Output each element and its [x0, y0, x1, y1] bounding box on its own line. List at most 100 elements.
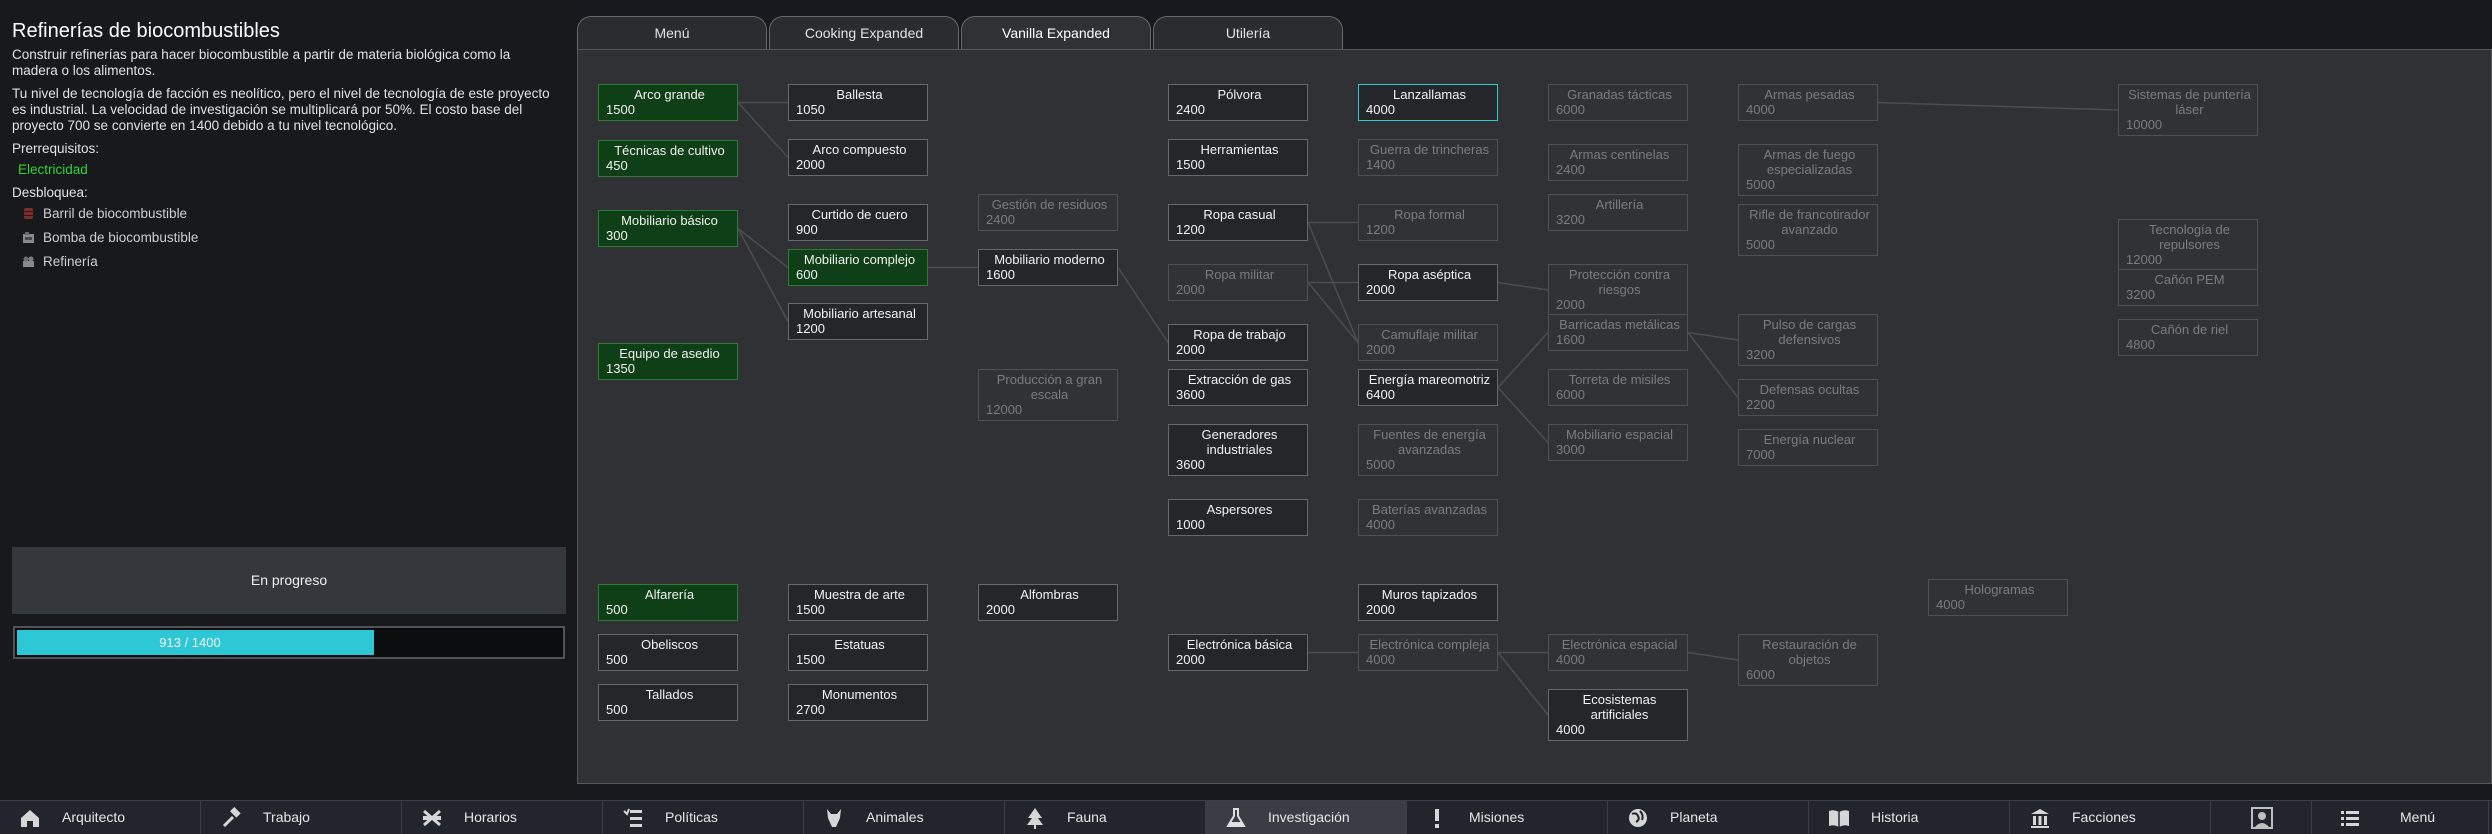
research-node-energia-mareomotriz[interactable]: Energía mareomotriz 6400 — [1358, 369, 1498, 406]
unlock-item[interactable]: Barril de biocombustible — [22, 205, 187, 223]
research-node-mobiliario-basico[interactable]: Mobiliario básico 300 — [598, 210, 738, 247]
barrel-icon — [22, 207, 35, 220]
research-node-cost: 1350 — [606, 361, 635, 376]
research-node-defensas-ocultas[interactable]: Defensas ocultas 2200 — [1738, 379, 1878, 416]
research-node-ropa-aseptica[interactable]: Ropa aséptica 2000 — [1358, 264, 1498, 301]
research-node-name: Tecnología de repulsores — [2149, 222, 2230, 252]
taskbar-button-investigación[interactable]: Investigación — [1206, 801, 1407, 834]
research-node-mobiliario-espacial[interactable]: Mobiliario espacial 3000 — [1548, 424, 1688, 461]
taskbar-button-portrait[interactable] — [2211, 801, 2312, 834]
research-link — [737, 228, 789, 322]
research-node-name: Cañón PEM — [2154, 272, 2225, 287]
research-node-arco-compuesto[interactable]: Arco compuesto 2000 — [788, 139, 928, 176]
unlock-item[interactable]: Refinería — [22, 253, 98, 271]
research-node-mobiliario-artesanal[interactable]: Mobiliario artesanal 1200 — [788, 303, 928, 340]
research-node-name: Generadores industriales — [1201, 427, 1278, 457]
research-node-ropa-trabajo[interactable]: Ropa de trabajo 2000 — [1168, 324, 1308, 361]
research-node-cost: 1600 — [1556, 332, 1585, 347]
unlock-item-label: Barril de biocombustible — [43, 206, 188, 221]
research-node-arco-grande[interactable]: Arco grande 1500 — [598, 84, 738, 121]
research-node-electronica-basica[interactable]: Electrónica básica 2000 — [1168, 634, 1308, 671]
taskbar-button-arquitecto[interactable]: Arquitecto — [0, 801, 201, 834]
tab-cooking-expanded[interactable]: Cooking Expanded — [769, 16, 959, 49]
research-node-armas-pesadas[interactable]: Armas pesadas 4000 — [1738, 84, 1878, 121]
research-node-granadas-tacticas[interactable]: Granadas tácticas 6000 — [1548, 84, 1688, 121]
progress-text: 913 / 1400 — [159, 635, 221, 650]
policy-icon — [621, 806, 645, 830]
research-node-tecnicas-cultivo[interactable]: Técnicas de cultivo 450 — [598, 140, 738, 177]
research-node-mobiliario-complejo[interactable]: Mobiliario complejo 600 — [788, 249, 928, 286]
taskbar-button-políticas[interactable]: Políticas — [603, 801, 804, 834]
taskbar-button-planeta[interactable]: Planeta — [1608, 801, 1809, 834]
research-node-sistemas-punteria[interactable]: Sistemas de puntería láser 10000 — [2118, 84, 2258, 136]
research-node-canon-pem[interactable]: Cañón PEM 3200 — [2118, 269, 2258, 306]
research-node-produccion-gran-escala[interactable]: Producción a gran escala 12000 — [978, 369, 1118, 421]
unlock-item[interactable]: Bomba de biocombustible — [22, 229, 198, 247]
research-node-gestion-residuos[interactable]: Gestión de residuos 2400 — [978, 194, 1118, 231]
taskbar-button-facciones[interactable]: Facciones — [2010, 801, 2211, 834]
research-node-electronica-espacial[interactable]: Electrónica espacial 4000 — [1548, 634, 1688, 671]
research-node-name: Baterías avanzadas — [1372, 502, 1487, 517]
research-node-estatuas[interactable]: Estatuas 1500 — [788, 634, 928, 671]
taskbar-button-horarios[interactable]: Horarios — [402, 801, 603, 834]
research-node-rifle-francotirador[interactable]: Rifle de francotirador avanzado 5000 — [1738, 204, 1878, 256]
research-node-ropa-formal[interactable]: Ropa formal 1200 — [1358, 204, 1498, 241]
research-progress-bar: 913 / 1400 — [13, 626, 565, 659]
research-node-equipo-asedio[interactable]: Equipo de asedio 1350 — [598, 343, 738, 380]
research-node-name: Mobiliario espacial — [1566, 427, 1673, 442]
research-node-mobiliario-moderno[interactable]: Mobiliario moderno 1600 — [978, 249, 1118, 286]
research-node-muestra-arte[interactable]: Muestra de arte 1500 — [788, 584, 928, 621]
research-node-polvora[interactable]: Pólvora 2400 — [1168, 84, 1308, 121]
research-node-barricadas-metalicas[interactable]: Barricadas metálicas 1600 — [1548, 314, 1688, 351]
research-node-guerra-trincheras[interactable]: Guerra de trincheras 1400 — [1358, 139, 1498, 176]
research-node-lanzallamas[interactable]: Lanzallamas 4000 — [1358, 84, 1498, 121]
progress-status-button[interactable]: En progreso — [12, 547, 566, 614]
prerequisite-item[interactable]: Electricidad — [18, 162, 88, 177]
research-node-electronica-compleja[interactable]: Electrónica compleja 4000 — [1358, 634, 1498, 671]
research-node-torreta-misiles[interactable]: Torreta de misiles 6000 — [1548, 369, 1688, 406]
taskbar-button-historia[interactable]: Historia — [1809, 801, 2010, 834]
taskbar-button-animales[interactable]: Animales — [804, 801, 1005, 834]
research-node-aspersores[interactable]: Aspersores 1000 — [1168, 499, 1308, 536]
research-node-energia-nuclear[interactable]: Energía nuclear 7000 — [1738, 429, 1878, 466]
research-node-pulso-cargas[interactable]: Pulso de cargas defensivos 3200 — [1738, 314, 1878, 366]
tab-menu[interactable]: Menú — [577, 16, 767, 49]
research-node-tallados[interactable]: Tallados 500 — [598, 684, 738, 721]
research-node-generadores-industriales[interactable]: Generadores industriales 3600 — [1168, 424, 1308, 476]
research-node-canon-riel[interactable]: Cañón de riel 4800 — [2118, 319, 2258, 356]
research-node-cost: 3600 — [1176, 387, 1205, 402]
research-node-hologramas[interactable]: Hologramas 4000 — [1928, 579, 2068, 616]
research-node-ballesta[interactable]: Ballesta 1050 — [788, 84, 928, 121]
tab-vanilla-expanded[interactable]: Vanilla Expanded — [961, 16, 1151, 50]
research-node-proteccion-riesgos[interactable]: Protección contra riesgos 2000 — [1548, 264, 1688, 316]
taskbar-button-trabajo[interactable]: Trabajo — [201, 801, 402, 834]
faction-icon — [2028, 806, 2052, 830]
research-node-camuflaje-militar[interactable]: Camuflaje militar 2000 — [1358, 324, 1498, 361]
research-node-curtido-cuero[interactable]: Curtido de cuero 900 — [788, 204, 928, 241]
research-node-artilleria[interactable]: Artillería 3200 — [1548, 194, 1688, 231]
research-node-herramientas[interactable]: Herramientas 1500 — [1168, 139, 1308, 176]
book-icon — [1827, 806, 1851, 830]
research-node-muros-tapizados[interactable]: Muros tapizados 2000 — [1358, 584, 1498, 621]
research-node-alfombras[interactable]: Alfombras 2000 — [978, 584, 1118, 621]
research-node-monumentos[interactable]: Monumentos 2700 — [788, 684, 928, 721]
research-node-tecnologia-repulsores[interactable]: Tecnología de repulsores 12000 — [2118, 219, 2258, 271]
taskbar-button-misiones[interactable]: Misiones — [1407, 801, 1608, 834]
tab-utileria[interactable]: Utilería — [1153, 16, 1343, 49]
research-node-armas-centinelas[interactable]: Armas centinelas 2400 — [1548, 144, 1688, 181]
unlock-item-label: Bomba de biocombustible — [43, 230, 199, 245]
research-node-fuentes-energia-avanzadas[interactable]: Fuentes de energía avanzadas 5000 — [1358, 424, 1498, 476]
research-node-name: Ropa casual — [1203, 207, 1276, 222]
research-node-name: Monumentos — [821, 687, 898, 702]
taskbar-button-fauna[interactable]: Fauna — [1005, 801, 1206, 834]
research-node-ecosistemas-artificiales[interactable]: Ecosistemas artificiales 4000 — [1548, 689, 1688, 741]
research-node-baterias-avanzadas[interactable]: Baterías avanzadas 4000 — [1358, 499, 1498, 536]
research-node-restauracion-objetos[interactable]: Restauración de objetos 6000 — [1738, 634, 1878, 686]
taskbar-button-menú[interactable]: Menú — [2312, 801, 2489, 834]
research-node-ropa-militar[interactable]: Ropa militar 2000 — [1168, 264, 1308, 301]
research-node-alfareria[interactable]: Alfarería 500 — [598, 584, 738, 621]
research-node-armas-fuego-especializadas[interactable]: Armas de fuego especializadas 5000 — [1738, 144, 1878, 196]
research-node-obeliscos[interactable]: Obeliscos 500 — [598, 634, 738, 671]
research-node-extraccion-gas[interactable]: Extracción de gas 3600 — [1168, 369, 1308, 406]
research-node-ropa-casual[interactable]: Ropa casual 1200 — [1168, 204, 1308, 241]
